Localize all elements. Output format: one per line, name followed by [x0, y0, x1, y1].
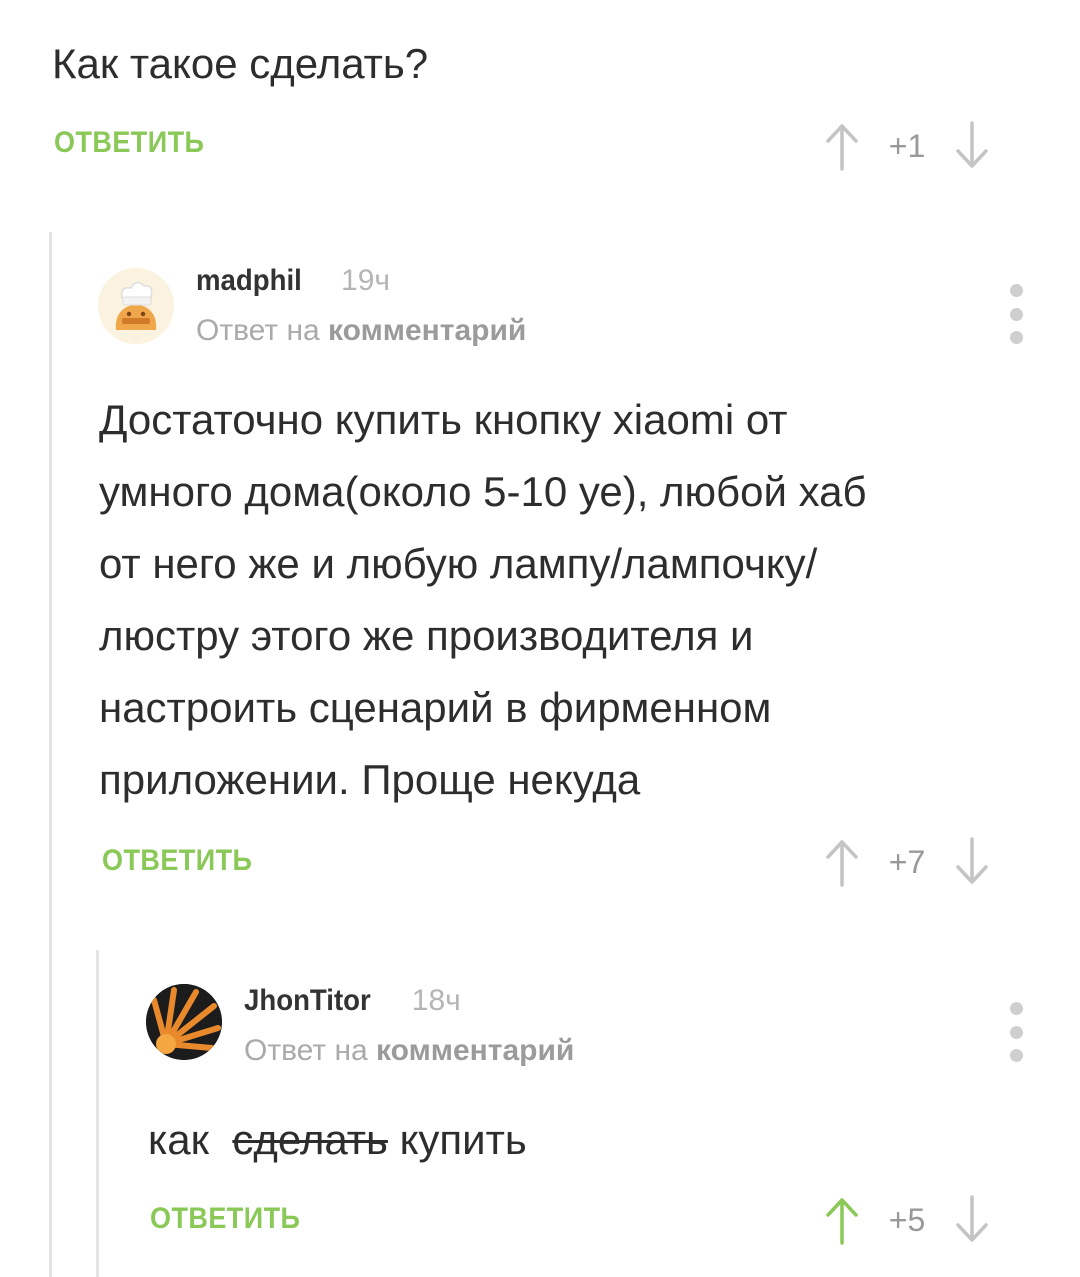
comment: madphil 19ч Ответ на комментарий Достаточ… — [52, 232, 1080, 932]
timestamp: 19ч — [341, 264, 391, 297]
vote-controls: +7 — [822, 832, 992, 892]
comment-header: JhonTitor 18ч — [244, 984, 461, 1018]
arrow-down-icon — [956, 1195, 988, 1242]
more-vertical-icon — [1009, 284, 1023, 297]
comment: JhonTitor 18ч Ответ на комментарий как сд… — [99, 950, 1080, 1277]
vote-score: +1 — [888, 127, 926, 164]
comment-text-part: купить — [387, 1116, 527, 1163]
upvote-button[interactable] — [822, 1195, 862, 1245]
more-vertical-icon-dot — [1009, 1049, 1023, 1062]
comment-text: как сделать купить — [148, 1104, 527, 1176]
root-comment: Как такое сделать? ОТВЕТИТЬ +1 — [0, 0, 1080, 200]
reply-to: Ответ на комментарий — [244, 1034, 574, 1068]
avatar[interactable] — [146, 984, 222, 1060]
avatar[interactable] — [98, 268, 174, 344]
reply-to-link[interactable]: комментарий — [328, 314, 526, 347]
arrow-up-icon — [826, 840, 858, 887]
explosion-avatar-icon — [146, 984, 222, 1060]
username[interactable]: madphil — [196, 264, 302, 298]
more-vertical-icon — [1009, 1002, 1023, 1015]
arrow-up-icon — [826, 124, 858, 171]
username[interactable]: JhonTitor — [244, 984, 371, 1018]
vote-score: +5 — [888, 1201, 926, 1238]
downvote-button[interactable] — [952, 1195, 992, 1245]
reply-to-prefix: Ответ на — [196, 314, 320, 347]
arrow-down-icon — [956, 837, 988, 884]
strikethrough-text: сделать — [232, 1116, 388, 1163]
reply-button[interactable]: ОТВЕТИТЬ — [150, 1202, 300, 1236]
vote-controls: +5 — [822, 1190, 992, 1250]
more-options-button[interactable] — [1001, 1002, 1031, 1062]
more-vertical-icon-dot — [1009, 307, 1023, 321]
timestamp: 18ч — [411, 984, 461, 1017]
arrow-down-icon — [956, 121, 988, 168]
comment-text: Достаточно купить кнопку xiaomi от умног… — [99, 396, 867, 803]
reply-to: Ответ на комментарий — [196, 314, 526, 348]
reply-to-link[interactable]: комментарий — [376, 1034, 574, 1067]
upvote-button[interactable] — [822, 121, 862, 171]
reply-to-prefix: Ответ на — [244, 1034, 368, 1067]
more-vertical-icon-dot — [1009, 1025, 1023, 1039]
downvote-button[interactable] — [952, 121, 992, 171]
chef-avatar-icon — [98, 268, 174, 344]
vote-score: +7 — [888, 843, 926, 880]
more-options-button[interactable] — [1001, 284, 1031, 344]
comment-header: madphil 19ч — [196, 264, 390, 298]
upvote-button[interactable] — [822, 837, 862, 887]
reply-button[interactable]: ОТВЕТИТЬ — [54, 126, 204, 160]
arrow-up-icon — [826, 1198, 858, 1245]
reply-button[interactable]: ОТВЕТИТЬ — [102, 844, 252, 878]
downvote-button[interactable] — [952, 837, 992, 887]
more-vertical-icon-dot — [1009, 331, 1023, 344]
comment-text: Как такое сделать? — [52, 40, 429, 87]
vote-controls: +1 — [822, 116, 992, 176]
comment-text-part: как — [148, 1116, 221, 1163]
